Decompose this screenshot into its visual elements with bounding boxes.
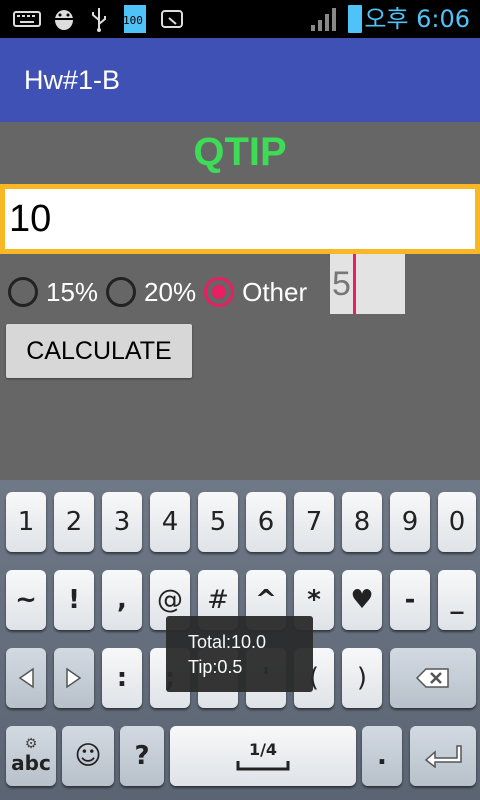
backspace-icon	[415, 668, 449, 688]
key-backspace[interactable]	[390, 648, 476, 708]
key-5[interactable]: 5	[198, 492, 238, 552]
smiley-icon: ☺	[74, 741, 102, 771]
key-emoji[interactable]: ☺	[62, 726, 114, 786]
radio-20-percent[interactable]	[106, 277, 137, 307]
key-hyphen[interactable]: -	[390, 570, 430, 630]
space-bar-icon	[236, 761, 290, 771]
key-exclamation[interactable]: !	[54, 570, 94, 630]
key-colon[interactable]: :	[102, 648, 142, 708]
key-0[interactable]: 0	[438, 492, 476, 552]
toast-tip: Tip:0.5	[188, 657, 243, 677]
page-indicator: 1/4	[248, 740, 278, 759]
tip-radio-group: 15% 20% Other	[8, 270, 315, 314]
key-underscore[interactable]: _	[438, 570, 476, 630]
arrow-left-icon	[18, 667, 34, 689]
main-content: QTIP 10 15% 20% Other 5 CALCULATE	[0, 122, 480, 480]
android-debug-icon	[50, 4, 78, 34]
screen-mirror-icon	[158, 4, 186, 34]
app-title: Hw#1-B	[24, 65, 121, 95]
battery-icon	[346, 4, 364, 34]
text-cursor	[353, 254, 356, 314]
arrow-right-icon	[66, 667, 82, 689]
key-1[interactable]: 1	[6, 492, 46, 552]
key-question[interactable]: ?	[120, 726, 164, 786]
radio-15-percent[interactable]	[8, 277, 38, 307]
app-heading: QTIP	[193, 130, 287, 174]
key-heart[interactable]: ♥	[342, 570, 382, 630]
radio-other[interactable]	[204, 277, 235, 307]
key-tilde[interactable]: ~	[6, 570, 46, 630]
key-close-paren[interactable]: )	[342, 648, 382, 708]
gear-icon: ⚙	[24, 736, 38, 752]
other-tip-value: 5	[332, 265, 351, 303]
key-6[interactable]: 6	[246, 492, 286, 552]
key-8[interactable]: 8	[342, 492, 382, 552]
key-arrow-left[interactable]	[6, 648, 46, 708]
battery-percent-label: 100	[123, 14, 143, 27]
key-2[interactable]: 2	[54, 492, 94, 552]
radio-other-label[interactable]: Other	[242, 277, 307, 308]
key-comma[interactable]: ,	[102, 570, 142, 630]
result-toast: Total:10.0 Tip:0.5	[166, 616, 313, 692]
keyboard-icon	[12, 4, 42, 34]
key-period[interactable]: .	[362, 726, 402, 786]
clock: 오후 6:06	[364, 5, 470, 33]
key-3[interactable]: 3	[102, 492, 142, 552]
usb-icon	[88, 4, 110, 34]
enter-icon	[424, 745, 462, 768]
abc-label: abc	[11, 751, 51, 775]
other-tip-input[interactable]: 5	[330, 254, 405, 314]
radio-20-percent-label[interactable]: 20%	[144, 277, 196, 308]
status-bar: 100 오후 6:06	[0, 0, 480, 38]
key-arrow-right[interactable]	[54, 648, 94, 708]
calculate-button[interactable]: CALCULATE	[6, 324, 192, 378]
key-4[interactable]: 4	[150, 492, 190, 552]
signal-icon	[308, 4, 340, 34]
key-9[interactable]: 9	[390, 492, 430, 552]
action-bar: Hw#1-B	[0, 38, 480, 122]
radio-15-percent-label[interactable]: 15%	[46, 277, 98, 308]
key-7[interactable]: 7	[294, 492, 334, 552]
key-enter[interactable]	[410, 726, 476, 786]
toast-total: Total:10.0	[188, 632, 267, 652]
key-space[interactable]: 1/4	[170, 726, 356, 786]
battery-100-icon: 100	[120, 4, 150, 34]
key-abc-settings[interactable]: ⚙ abc	[6, 726, 56, 786]
bill-amount-input[interactable]: 10	[0, 184, 480, 254]
